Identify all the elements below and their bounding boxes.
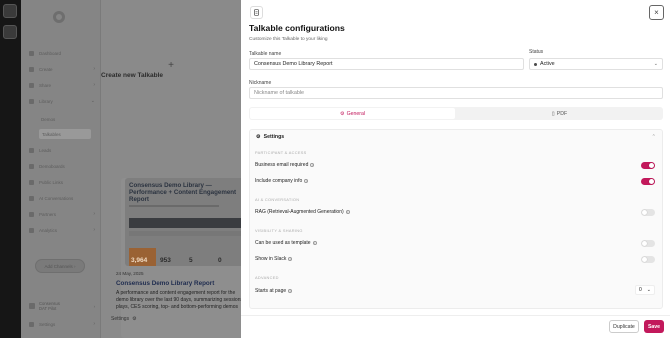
section-advanced: ADVANCED xyxy=(255,275,279,280)
modal-footer-divider xyxy=(241,315,670,316)
document-icon xyxy=(250,6,263,19)
chevron-right-icon: › xyxy=(93,66,95,72)
talkable-name-input[interactable]: Consensus Demo Library Report xyxy=(249,58,524,70)
analytics-icon xyxy=(29,227,34,233)
sidebar-item-public-links[interactable]: Public Links xyxy=(29,177,95,187)
card-description: A performance and content engagement rep… xyxy=(116,290,241,310)
sidebar-item-leads[interactable]: Leads xyxy=(29,145,95,155)
sidebar-item-talkables[interactable]: Talkables xyxy=(39,129,91,139)
workspace-icon xyxy=(29,303,35,309)
sidebar-item-partners[interactable]: Partners › xyxy=(29,209,95,219)
nickname-label: Nickname xyxy=(249,80,272,86)
plus-icon: + xyxy=(168,60,174,71)
chevron-down-icon: ⌄ xyxy=(646,287,651,293)
slack-toggle[interactable] xyxy=(641,255,655,263)
gear-icon xyxy=(29,321,34,327)
info-icon[interactable]: i xyxy=(304,179,309,183)
plus-icon xyxy=(29,66,34,72)
logo xyxy=(53,11,65,23)
template-row: Can be used as template i xyxy=(255,239,659,247)
add-channels-button[interactable]: Add Channels › xyxy=(35,259,85,273)
close-icon: × xyxy=(654,8,659,17)
info-icon[interactable]: i xyxy=(345,210,350,214)
document-icon: ▯ xyxy=(551,110,555,117)
sidebar-item-settings[interactable]: Settings › xyxy=(29,319,95,329)
chevron-right-icon: › xyxy=(93,321,95,327)
business-email-row: Business email required i xyxy=(255,161,659,169)
settings-accordion-header[interactable]: ⚙ Settings ⌃ xyxy=(250,130,662,143)
nickname-input[interactable]: Nickname of talkable xyxy=(249,87,663,99)
share-icon xyxy=(29,82,34,88)
sidebar-item-create[interactable]: Create › xyxy=(29,64,95,74)
company-info-row: Include company info i xyxy=(255,177,659,185)
sidebar-item-demoboards[interactable]: Demoboards xyxy=(29,161,95,171)
leads-icon xyxy=(29,147,34,153)
board-icon xyxy=(29,163,34,169)
create-talkable-button[interactable]: + Create new Talkable xyxy=(101,60,241,79)
card-settings-button[interactable]: Settings ⚙ xyxy=(111,316,137,322)
chevron-down-icon: ⌄ xyxy=(653,61,658,67)
gear-icon: ⚙ xyxy=(256,133,261,140)
sidebar-item-library[interactable]: Library ⌄ xyxy=(29,96,95,106)
sidebar-item-demos[interactable]: Demos xyxy=(41,114,91,124)
rag-row: RAG (Retrieval-Augmented Generation) i xyxy=(255,208,659,216)
rag-toggle[interactable] xyxy=(641,208,655,216)
start-page-select[interactable]: 0 ⌄ xyxy=(635,285,655,295)
sidebar: Dashboard Create › Share › Library ⌄ Demos … xyxy=(21,0,101,338)
section-participant-access: PARTICIPANT & ACCESS xyxy=(255,150,307,155)
sidebar-item-ai-conversations[interactable]: AI Conversations xyxy=(29,193,95,203)
chevron-right-icon: › xyxy=(93,227,95,233)
settings-panel: ⚙ Settings ⌃ PARTICIPANT & ACCESS Busine… xyxy=(249,129,663,309)
status-select[interactable]: Active ⌄ xyxy=(529,58,663,70)
name-label: Talkable name xyxy=(249,51,282,57)
info-icon[interactable]: i xyxy=(312,241,317,245)
rail-app-icon[interactable] xyxy=(3,4,17,18)
section-ai-conversation: AI & CONVERSATION xyxy=(255,197,300,202)
company-info-toggle[interactable] xyxy=(641,177,655,185)
template-toggle[interactable] xyxy=(641,239,655,247)
chevron-right-icon: › xyxy=(93,303,95,309)
card-title: Consensus Demo Library Report xyxy=(116,280,215,287)
tab-general[interactable]: ⚙ General xyxy=(250,108,455,119)
info-icon[interactable]: i xyxy=(288,289,293,293)
card-date: 24 May, 2025 xyxy=(116,271,144,276)
chevron-down-icon: ⌄ xyxy=(90,98,95,104)
sidebar-item-dashboard[interactable]: Dashboard xyxy=(29,48,95,58)
chevron-right-icon: › xyxy=(93,211,95,217)
gear-icon: ⚙ xyxy=(132,316,137,322)
workspace-switcher[interactable]: Consensus DAT Pilot › xyxy=(29,297,95,315)
gear-icon: ⚙ xyxy=(339,110,345,117)
status-label: Status xyxy=(529,49,544,55)
close-button[interactable]: × xyxy=(649,5,664,20)
dashboard-icon xyxy=(29,50,34,56)
library-icon xyxy=(29,98,34,104)
sidebar-item-share[interactable]: Share › xyxy=(29,80,95,90)
start-page-row: Starts at page i 0 ⌄ xyxy=(255,285,659,295)
tab-pdf[interactable]: ▯ PDF xyxy=(457,108,662,119)
modal-title: Talkable configurations xyxy=(249,23,345,33)
background-app: Dashboard Create › Share › Library ⌄ Demos … xyxy=(21,0,241,338)
talkable-card[interactable]: Consensus Demo Library — Performance + C… xyxy=(116,178,241,338)
config-tabs: ⚙ General ▯ PDF xyxy=(249,107,663,120)
rail-workspace-icon[interactable] xyxy=(3,25,17,39)
chat-icon xyxy=(29,195,34,201)
partners-icon xyxy=(29,211,34,217)
chevron-up-icon: ⌃ xyxy=(651,133,656,140)
business-email-toggle[interactable] xyxy=(641,161,655,169)
status-dot-icon xyxy=(534,62,537,66)
card-thumbnail: Consensus Demo Library — Performance + C… xyxy=(125,178,241,266)
chevron-right-icon: › xyxy=(93,82,95,88)
link-icon xyxy=(29,179,34,185)
modal-subtitle: Customize this Talkable to your liking xyxy=(249,37,328,42)
section-visibility-sharing: VISIBILITY & SHARING xyxy=(255,228,303,233)
info-icon[interactable]: i xyxy=(310,163,315,167)
sidebar-item-analytics[interactable]: Analytics › xyxy=(29,225,95,235)
app-rail xyxy=(0,0,21,338)
info-icon[interactable]: i xyxy=(288,257,293,261)
talkable-config-modal: × Talkable configurations Customize this… xyxy=(241,0,670,338)
save-button[interactable]: Save xyxy=(644,320,664,333)
duplicate-button[interactable]: Duplicate xyxy=(609,320,639,333)
slack-row: Show in Slack i xyxy=(255,255,659,263)
